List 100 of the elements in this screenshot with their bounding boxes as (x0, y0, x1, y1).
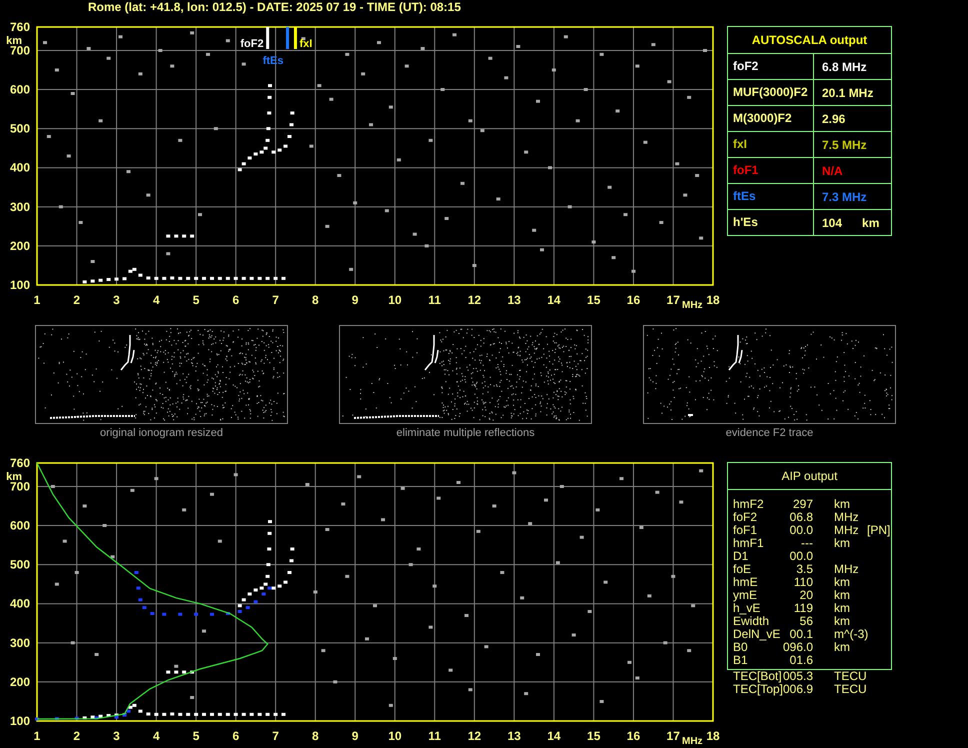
parameter-name: foF2 (733, 511, 758, 524)
x-tick-label: 5 (192, 293, 200, 307)
y-tick-label: 600 (10, 82, 30, 97)
parameter-value: N/A (822, 162, 843, 178)
parameter-value: 104 (822, 214, 842, 230)
parameter-unit: km (833, 602, 851, 615)
x-tick-label: 9 (352, 293, 358, 307)
y-tick-label: 200 (10, 674, 30, 689)
x-tick-label: 13 (508, 293, 521, 307)
x-axis-unit: MHz (682, 300, 703, 310)
parameter-note: [PN] (867, 524, 891, 537)
y-tick-label: 500 (10, 122, 30, 136)
x-tick-label: 16 (626, 293, 640, 307)
parameter-name: ymE (733, 589, 758, 602)
x-tick-label: 14 (547, 293, 561, 307)
parameter-value: 096.0 (783, 641, 813, 654)
parameter-unit: km (833, 641, 850, 654)
x-tick-label: 11 (428, 293, 441, 307)
x-tick-label: 9 (352, 729, 358, 743)
parameter-unit: m^(-3) (833, 628, 867, 641)
x-tick-label: 3 (113, 729, 120, 743)
y-tick-label: 100 (10, 714, 30, 728)
parameter-value: 297 (792, 498, 813, 511)
x-tick-label: 15 (587, 729, 600, 743)
parameter-name: TEC[Bot] (733, 670, 783, 683)
x-tick-label: 16 (626, 729, 640, 743)
parameter-value: 00.0 (788, 524, 813, 537)
parameter-value: 119 (792, 602, 813, 615)
parameter-unit: km (833, 615, 851, 628)
parameter-name: MUF(3000)F2 (728, 80, 814, 105)
parameter-value: 7.3 MHz (822, 188, 867, 204)
x-tick-label: 12 (468, 729, 482, 743)
marker-label: ftEs (262, 55, 284, 67)
parameter-name: hmE (733, 576, 759, 589)
parameter-name: TEC[Top] (733, 683, 783, 696)
parameter-value: 3.5 (795, 563, 813, 576)
x-tick-label: 10 (388, 729, 402, 743)
parameter-name: hmF2 (733, 498, 765, 511)
x-tick-label: 8 (312, 293, 319, 307)
parameter-value: 06.8 (788, 511, 813, 524)
x-tick-label: 2 (73, 293, 80, 307)
x-tick-label: 13 (508, 729, 521, 743)
parameter-value: --- (800, 537, 813, 550)
parameter-value: 110 (792, 576, 813, 589)
parameter-name: fxI (728, 132, 814, 157)
parameter-name: h'Es (728, 210, 814, 235)
x-tick-label: 12 (468, 293, 482, 307)
panel-title: AIP output (728, 463, 891, 490)
parameter-name: foF1 (733, 524, 758, 537)
x-tick-label: 6 (232, 729, 240, 743)
parameter-name: ftEs (728, 184, 814, 209)
x-tick-label: 4 (152, 729, 160, 743)
parameter-name: foF2 (728, 54, 814, 79)
parameter-name: DelN_vE (733, 628, 782, 641)
x-tick-label: 2 (73, 729, 80, 743)
parameter-unit: km (833, 576, 851, 589)
y-tick-label: 400 (10, 160, 30, 175)
y-tick-label: 200 (10, 238, 30, 253)
parameter-name: foE (733, 563, 752, 576)
x-tick-label: 15 (587, 293, 600, 307)
parameter-name: foF1 (728, 158, 814, 183)
parameter-value: 00.1 (788, 628, 813, 641)
x-tick-label: 7 (272, 729, 279, 743)
parameter-value: 2.96 (822, 110, 846, 126)
panel-title: AUTOSCALA output (728, 27, 891, 54)
page-title: Rome (lat: +41.8, lon: 012.5) - DATE: 2025 07 19 - TIME (UT): 08:15 (88, 0, 462, 14)
parameter-unit: km (862, 214, 880, 230)
parameter-unit: MHz (833, 524, 860, 537)
y-tick-label: 600 (10, 518, 30, 533)
x-tick-label: 3 (113, 293, 120, 307)
parameter-name: h_vE (733, 602, 762, 615)
x-tick-label: 7 (272, 293, 279, 307)
parameter-unit: TECU (833, 670, 867, 683)
parameter-unit: km (833, 589, 851, 602)
parameter-value: 7.5 MHz (822, 136, 867, 152)
x-tick-label: 8 (312, 729, 319, 743)
marker-label: fxI (299, 38, 312, 50)
thumbnail-caption: eliminate multiple reflections (396, 427, 535, 439)
y-tick-label: 760 (10, 456, 30, 470)
y-tick-label: 500 (10, 558, 30, 572)
parameter-name: hmF1 (733, 537, 765, 550)
parameter-name: M(3000)F2 (728, 106, 814, 131)
x-tick-label: 1 (34, 293, 40, 307)
y-tick-label: 760 (10, 20, 30, 34)
y-tick-label: 400 (10, 596, 30, 611)
x-tick-label: 14 (547, 729, 561, 743)
y-tick-label: 100 (10, 278, 30, 292)
marker-label: foF2 (240, 38, 264, 50)
x-tick-label: 6 (232, 293, 240, 307)
parameter-unit: MHz (833, 511, 860, 524)
parameter-name: D1 (733, 550, 750, 563)
thumbnail-caption: evidence F2 trace (726, 427, 814, 439)
parameter-value: 01.6 (788, 654, 813, 667)
parameter-value: 006.9 (783, 683, 813, 696)
parameter-unit: km (833, 498, 851, 511)
x-tick-label: 4 (152, 293, 160, 307)
x-tick-label: 18 (706, 293, 720, 307)
parameter-name: B0 (733, 641, 748, 654)
x-axis-unit: MHz (682, 736, 703, 746)
parameter-value: 20 (798, 589, 813, 602)
